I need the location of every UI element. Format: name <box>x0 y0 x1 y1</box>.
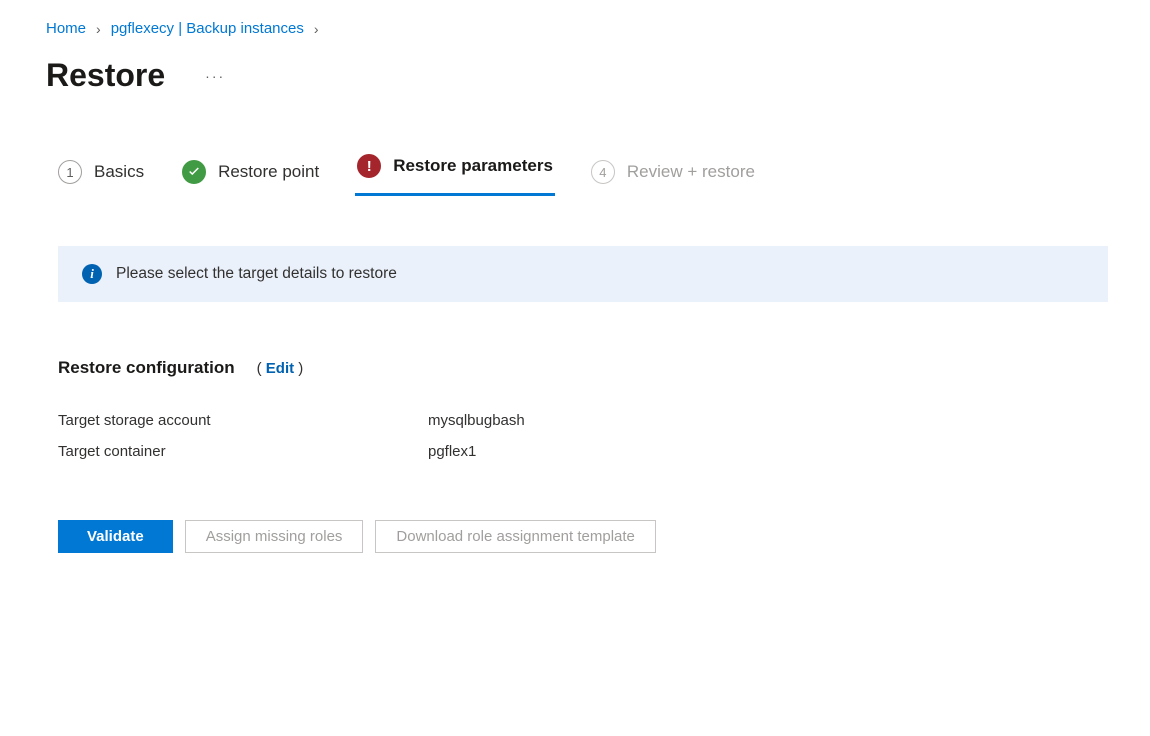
step-label: Restore point <box>218 162 319 182</box>
breadcrumb-backup-instances-link[interactable]: pgflexecy | Backup instances <box>111 20 304 37</box>
info-banner: i Please select the target details to re… <box>58 246 1108 302</box>
config-value: pgflex1 <box>428 443 476 460</box>
step-label: Basics <box>94 162 144 182</box>
edit-link[interactable]: Edit <box>266 360 294 377</box>
step-basics[interactable]: 1 Basics <box>58 160 144 184</box>
edit-wrap: ( Edit ) <box>257 360 304 377</box>
step-restore-parameters[interactable]: ! Restore parameters <box>357 154 553 190</box>
config-row-target-container: Target container pgflex1 <box>58 443 1110 460</box>
step-restore-point[interactable]: Restore point <box>182 160 319 184</box>
step-number-badge: 1 <box>58 160 82 184</box>
page-title: Restore <box>46 57 165 94</box>
action-button-row: Validate Assign missing roles Download r… <box>58 520 1110 553</box>
config-value: mysqlbugbash <box>428 412 525 429</box>
chevron-right-icon: › <box>314 21 319 37</box>
assign-missing-roles-button[interactable]: Assign missing roles <box>185 520 364 553</box>
config-row-target-storage-account: Target storage account mysqlbugbash <box>58 412 1110 429</box>
restore-config-header: Restore configuration ( Edit ) <box>58 358 1110 378</box>
step-number-badge: 4 <box>591 160 615 184</box>
chevron-right-icon: › <box>96 21 101 37</box>
info-banner-text: Please select the target details to rest… <box>116 265 397 283</box>
more-actions-button[interactable]: ··· <box>205 68 225 84</box>
config-label: Target container <box>58 443 428 460</box>
config-label: Target storage account <box>58 412 428 429</box>
download-role-assignment-template-button[interactable]: Download role assignment template <box>375 520 655 553</box>
validate-button[interactable]: Validate <box>58 520 173 553</box>
wizard-stepper: 1 Basics Restore point ! Restore paramet… <box>58 154 1110 190</box>
section-title: Restore configuration <box>58 358 235 378</box>
breadcrumb: Home › pgflexecy | Backup instances › <box>46 20 1150 37</box>
error-icon: ! <box>357 154 381 178</box>
check-icon <box>182 160 206 184</box>
step-label: Restore parameters <box>393 156 553 176</box>
step-review-restore[interactable]: 4 Review + restore <box>591 160 755 184</box>
info-icon: i <box>82 264 102 284</box>
breadcrumb-home-link[interactable]: Home <box>46 20 86 37</box>
step-label: Review + restore <box>627 162 755 182</box>
